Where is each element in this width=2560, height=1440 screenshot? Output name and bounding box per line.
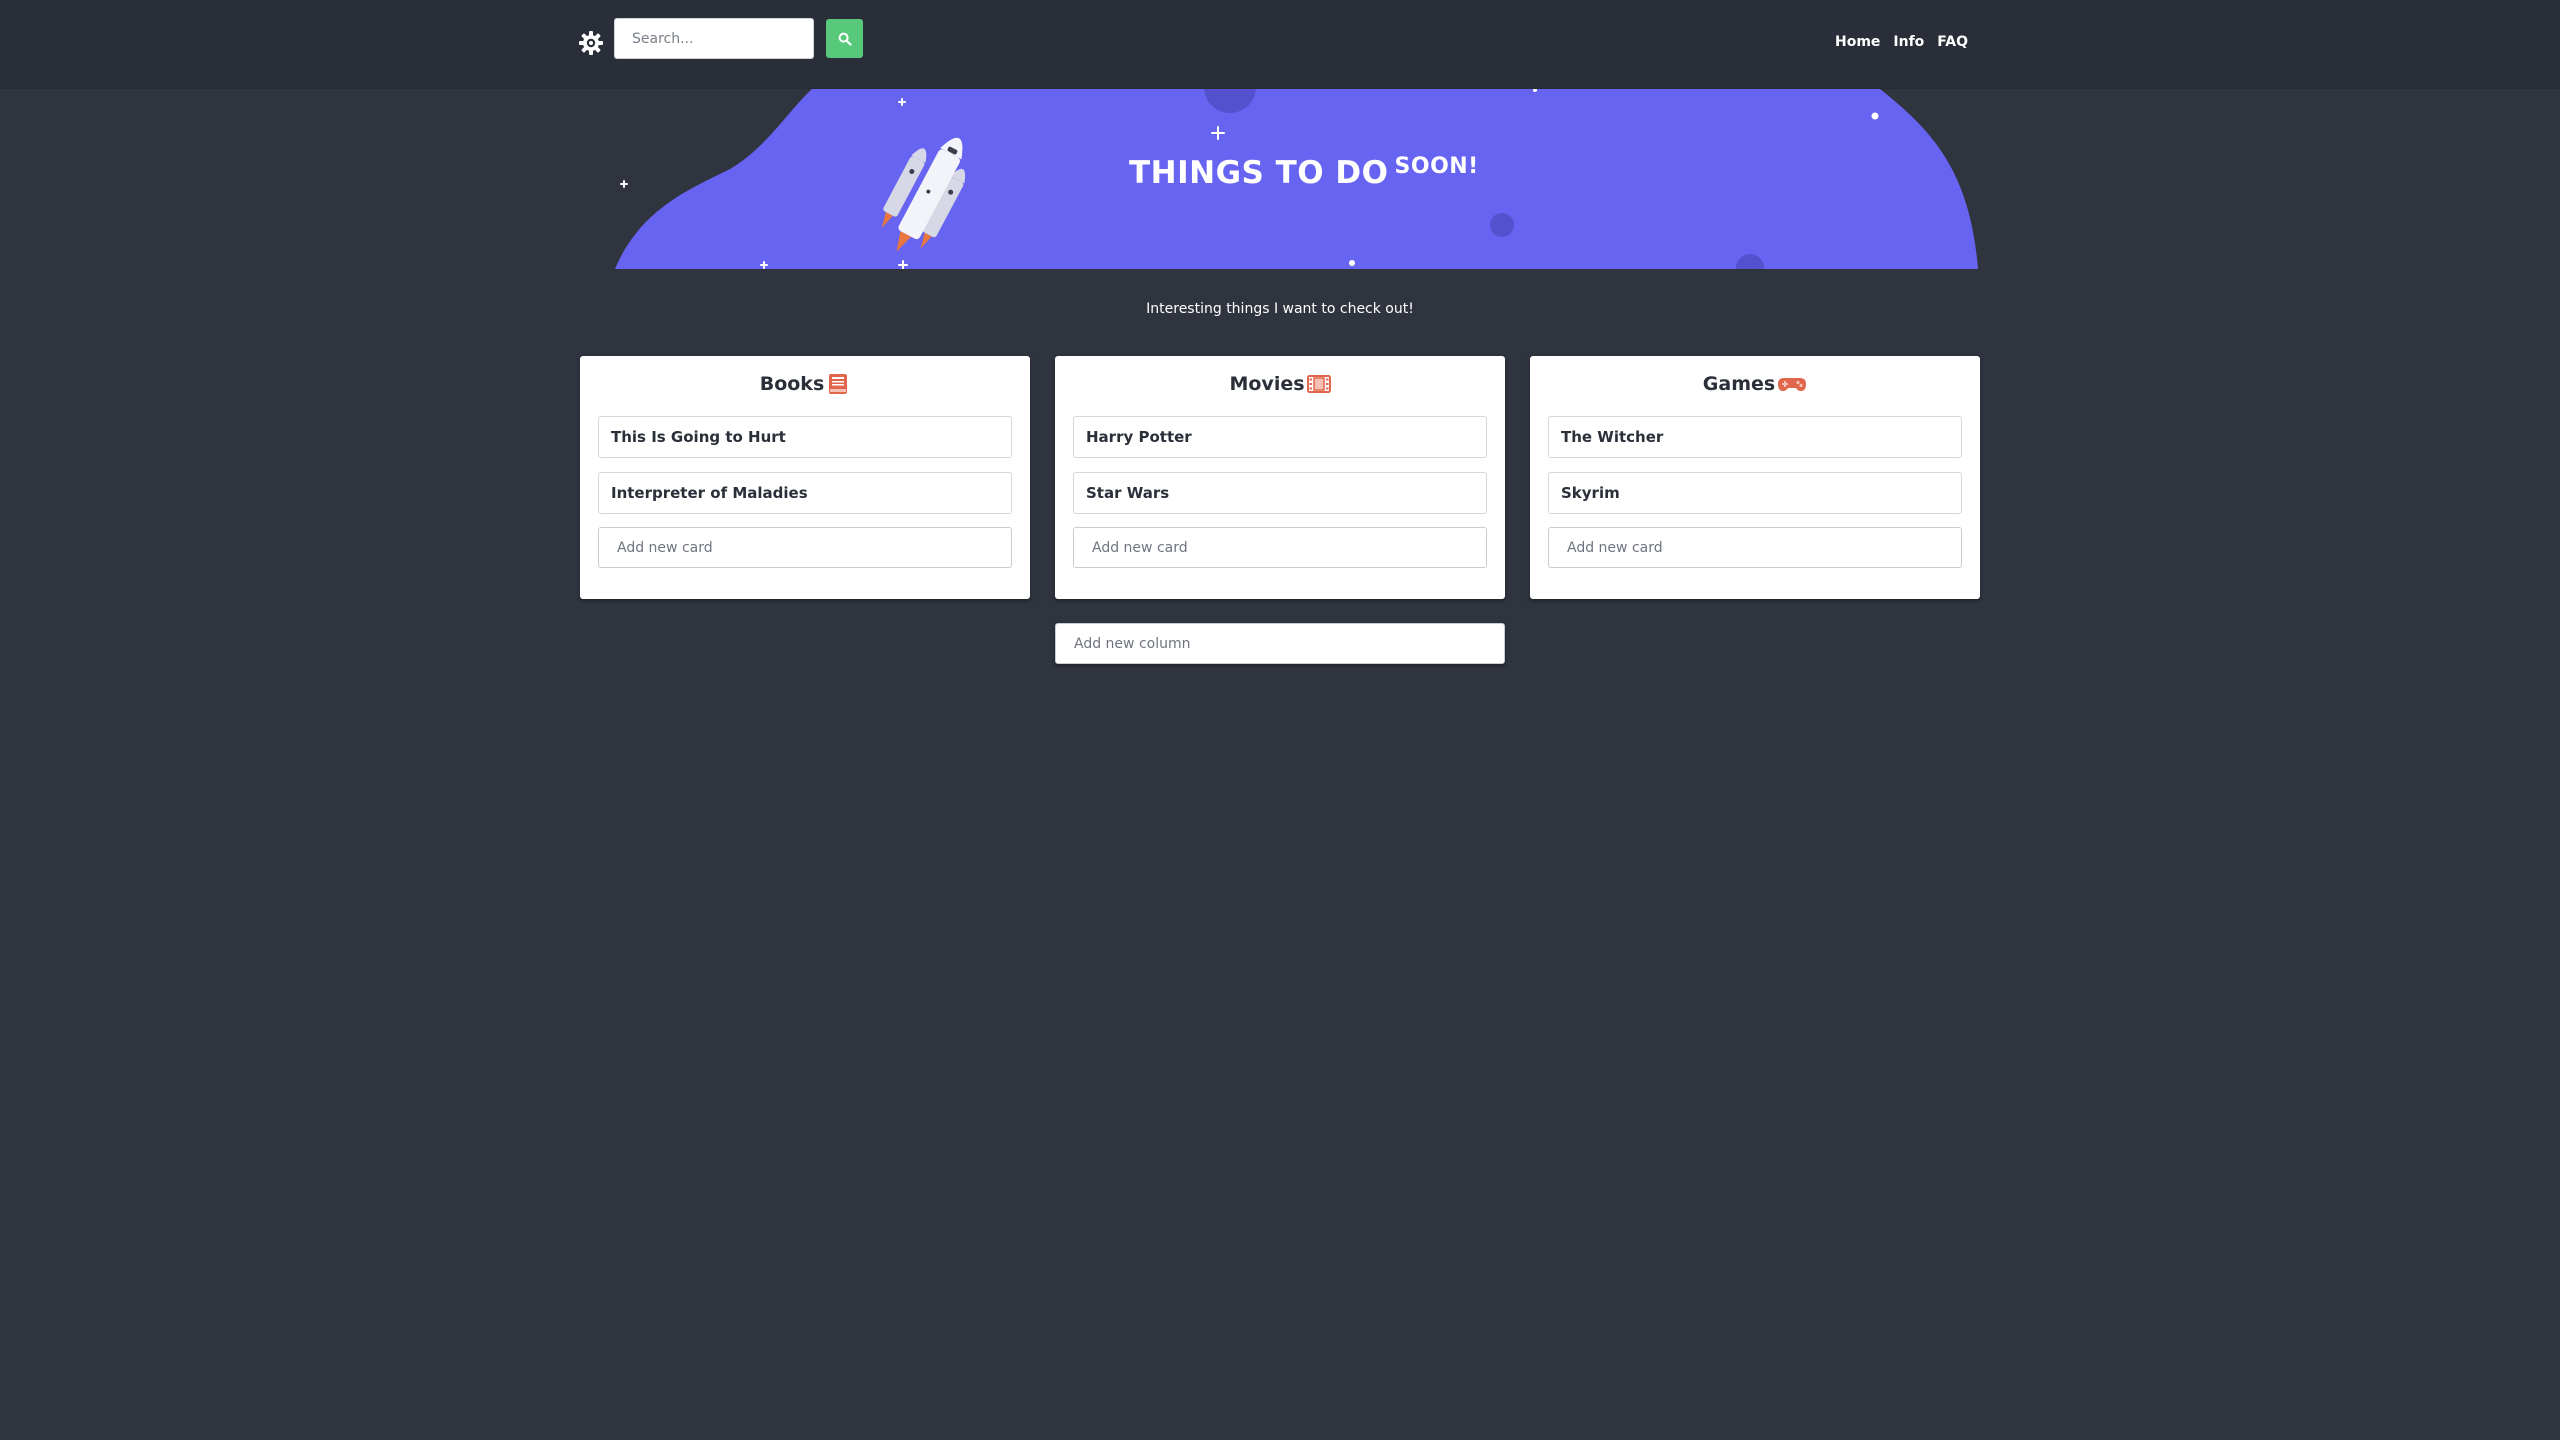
hero-title-sup: SOON! <box>1394 154 1479 179</box>
hero-banner: THINGS TO DO SOON! <box>580 89 1980 269</box>
nav-info-link[interactable]: Info <box>1893 34 1924 50</box>
add-card-input[interactable] <box>1548 527 1962 568</box>
add-column-input[interactable] <box>1055 623 1505 664</box>
card[interactable]: Skyrim <box>1548 472 1962 514</box>
settings-gear-icon[interactable] <box>578 30 604 56</box>
column-title: Games <box>1702 373 1776 395</box>
column-header: Movies <box>1055 372 1505 396</box>
search-icon <box>838 32 852 46</box>
nav-home-link[interactable]: Home <box>1835 34 1880 50</box>
nav-faq-link[interactable]: FAQ <box>1937 34 1968 50</box>
add-card-input[interactable] <box>598 527 1012 568</box>
column-title: Books <box>759 373 825 395</box>
card[interactable]: Interpreter of Maladies <box>598 472 1012 514</box>
card[interactable]: Star Wars <box>1073 472 1487 514</box>
gamepad-icon <box>1777 372 1807 396</box>
card[interactable]: The Witcher <box>1548 416 1962 458</box>
column-movies: Movies Harry Potter Star Wars <box>1055 356 1505 599</box>
search-button[interactable] <box>826 19 863 58</box>
hero-title: THINGS TO DO SOON! <box>1129 154 1479 191</box>
column-header: Books <box>580 372 1030 396</box>
main-nav: Home Info FAQ <box>1835 34 1968 50</box>
column-title: Movies <box>1229 373 1305 395</box>
column-games: Games The Witcher Skyrim <box>1530 356 1980 599</box>
card[interactable]: Harry Potter <box>1073 416 1487 458</box>
page-subtitle: Interesting things I want to check out! <box>1146 301 1414 317</box>
book-icon <box>826 372 850 396</box>
card[interactable]: This Is Going to Hurt <box>598 416 1012 458</box>
column-books: Books This Is Going to Hurt Interpreter … <box>580 356 1030 599</box>
add-card-input[interactable] <box>1073 527 1487 568</box>
column-header: Games <box>1530 372 1980 396</box>
search-input[interactable] <box>614 18 814 59</box>
film-icon <box>1306 372 1331 396</box>
top-bar: Home Info FAQ <box>0 0 2560 89</box>
